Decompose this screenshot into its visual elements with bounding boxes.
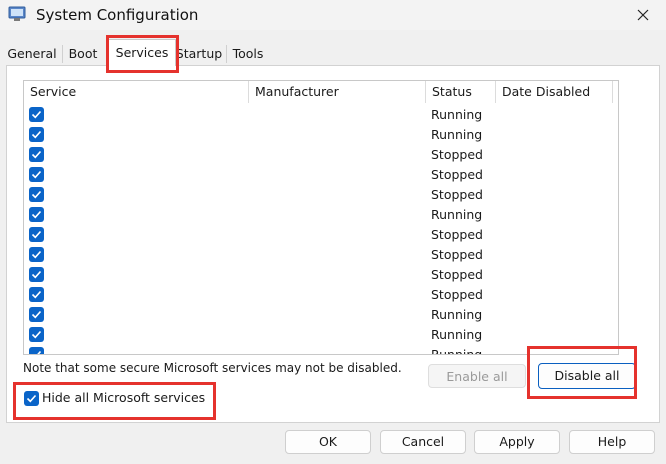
checkmark-icon — [31, 230, 42, 239]
service-status: Stopped — [431, 247, 483, 262]
table-row[interactable]: Running — [24, 305, 618, 325]
service-status: Stopped — [431, 167, 483, 182]
service-checkbox[interactable] — [29, 147, 44, 162]
checkmark-icon — [26, 394, 37, 403]
column-status[interactable]: Status — [426, 81, 496, 103]
note-text: Note that some secure Microsoft services… — [23, 361, 402, 375]
disable-all-button[interactable]: Disable all — [538, 363, 636, 389]
table-row[interactable]: Running — [24, 345, 618, 355]
hide-microsoft-services-label[interactable]: Hide all Microsoft services — [42, 390, 205, 405]
column-service[interactable]: Service — [24, 81, 249, 103]
system-config-icon — [8, 6, 26, 22]
close-button[interactable] — [620, 0, 666, 30]
checkmark-icon — [31, 310, 42, 319]
service-status: Stopped — [431, 147, 483, 162]
ok-button[interactable]: OK — [285, 430, 371, 454]
services-list[interactable]: Service Manufacturer Status Date Disable… — [23, 80, 619, 355]
cancel-button[interactable]: Cancel — [380, 430, 466, 454]
service-checkbox[interactable] — [29, 207, 44, 222]
service-status: Running — [431, 127, 483, 142]
service-status: Running — [431, 347, 483, 355]
service-checkbox[interactable] — [29, 107, 44, 122]
service-checkbox[interactable] — [29, 327, 44, 342]
table-row[interactable]: Stopped — [24, 165, 618, 185]
services-panel: Service Manufacturer Status Date Disable… — [6, 65, 660, 423]
table-row[interactable]: Running — [24, 325, 618, 345]
checkmark-icon — [31, 170, 42, 179]
service-status: Stopped — [431, 187, 483, 202]
tab-services[interactable]: Services — [108, 39, 176, 66]
tab-tools[interactable]: Tools — [227, 43, 269, 65]
tab-startup[interactable]: Startup — [174, 43, 224, 65]
close-icon — [637, 9, 649, 21]
checkmark-icon — [31, 330, 42, 339]
list-header: Service Manufacturer Status Date Disable… — [24, 81, 618, 103]
checkmark-icon — [31, 190, 42, 199]
service-checkbox[interactable] — [29, 307, 44, 322]
tab-general[interactable]: General — [6, 43, 58, 65]
hide-microsoft-services-checkbox[interactable] — [24, 391, 39, 406]
checkmark-icon — [31, 210, 42, 219]
column-date-disabled[interactable]: Date Disabled — [496, 81, 613, 103]
service-status: Stopped — [431, 287, 483, 302]
table-row[interactable]: Stopped — [24, 285, 618, 305]
table-row[interactable]: Stopped — [24, 145, 618, 165]
table-row[interactable]: Running — [24, 125, 618, 145]
table-row[interactable]: Running — [24, 205, 618, 225]
service-status: Stopped — [431, 227, 483, 242]
checkmark-icon — [31, 290, 42, 299]
service-status: Running — [431, 307, 483, 322]
service-checkbox[interactable] — [29, 227, 44, 242]
table-row[interactable]: Stopped — [24, 225, 618, 245]
service-checkbox[interactable] — [29, 287, 44, 302]
apply-button[interactable]: Apply — [474, 430, 560, 454]
table-row[interactable]: Stopped — [24, 185, 618, 205]
service-checkbox[interactable] — [29, 267, 44, 282]
service-checkbox[interactable] — [29, 167, 44, 182]
enable-all-button[interactable]: Enable all — [428, 364, 526, 388]
service-checkbox[interactable] — [29, 187, 44, 202]
checkmark-icon — [31, 250, 42, 259]
service-status: Running — [431, 107, 483, 122]
window-title: System Configuration — [36, 6, 199, 24]
title-bar: System Configuration — [0, 0, 666, 30]
list-rows: Running Running Stopped Stopped Stopped Runni… — [24, 105, 618, 355]
help-button[interactable]: Help — [569, 430, 655, 454]
tab-boot[interactable]: Boot — [63, 43, 103, 65]
table-row[interactable]: Running — [24, 105, 618, 125]
checkmark-icon — [31, 110, 42, 119]
table-row[interactable]: Stopped — [24, 265, 618, 285]
checkmark-icon — [31, 270, 42, 279]
service-checkbox[interactable] — [29, 127, 44, 142]
table-row[interactable]: Stopped — [24, 245, 618, 265]
checkmark-icon — [31, 130, 42, 139]
service-status: Stopped — [431, 267, 483, 282]
service-status: Running — [431, 207, 483, 222]
column-manufacturer[interactable]: Manufacturer — [249, 81, 426, 103]
checkmark-icon — [31, 150, 42, 159]
service-status: Running — [431, 327, 483, 342]
service-checkbox[interactable] — [29, 347, 44, 354]
checkmark-icon — [33, 350, 42, 354]
service-checkbox[interactable] — [29, 247, 44, 262]
